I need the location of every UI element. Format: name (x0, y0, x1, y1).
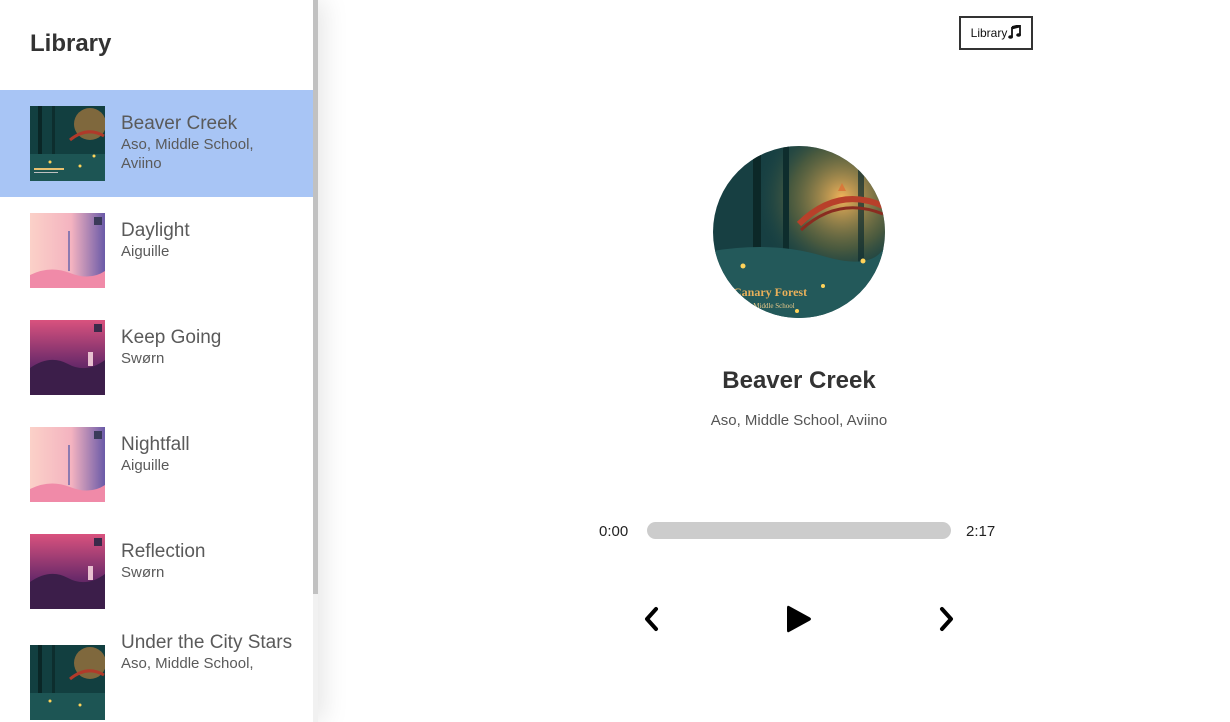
song-artist: Aiguille (121, 243, 170, 260)
now-playing-title: Beaver Creek (722, 367, 876, 394)
song-text: Reflection Swørn (121, 541, 301, 582)
song-cover (30, 320, 105, 395)
sidebar-title: Library (30, 30, 112, 57)
song-title: Under the City Stars (121, 632, 293, 653)
album-art-title: Canary Forest (733, 285, 807, 299)
total-time: 2:17 (966, 523, 996, 540)
song-artist: Aso, Middle School, (121, 655, 254, 672)
song-item-nightfall[interactable]: Nightfall Aiguille (0, 411, 313, 518)
now-playing-artist: Aso, Middle School, Aviino (710, 412, 888, 429)
library-button-label: Library (970, 26, 1008, 40)
song-item-keep-going[interactable]: Keep Going Swørn (0, 304, 313, 411)
current-time: 0:00 (599, 523, 629, 540)
song-cover (30, 106, 105, 181)
song-text: Daylight Aiguille (121, 220, 301, 261)
chevron-right-icon (940, 607, 953, 631)
play-icon (787, 605, 811, 633)
next-track-button[interactable] (932, 603, 960, 635)
song-title: Nightfall (121, 434, 190, 455)
song-title: Reflection (121, 541, 206, 562)
sidebar-scrollbar-thumb[interactable] (313, 0, 318, 594)
progress-slider[interactable] (647, 522, 951, 539)
song-list: Beaver Creek Aso, Middle School, Aviino (0, 90, 313, 722)
song-title: Beaver Creek (121, 113, 238, 134)
library-sidebar: Library Beaver Creek Aso, Middle School,… (0, 0, 318, 722)
song-text: Nightfall Aiguille (121, 434, 301, 475)
album-art: Canary Forest Aso x Middle School (713, 146, 885, 318)
song-item-under-the-city-stars[interactable]: Under the City Stars Aso, Middle School, (0, 625, 313, 722)
song-item-daylight[interactable]: Daylight Aiguille (0, 197, 313, 304)
song-item-beaver-creek[interactable]: Beaver Creek Aso, Middle School, Aviino (0, 90, 313, 197)
play-button[interactable] (783, 601, 815, 637)
song-artist: Aiguille (121, 457, 170, 474)
song-cover (30, 427, 105, 502)
song-artist: Aso, Middle School, (121, 136, 254, 153)
song-cover (30, 645, 105, 720)
song-cover (30, 534, 105, 609)
song-item-reflection[interactable]: Reflection Swørn (0, 518, 313, 625)
library-toggle-button[interactable]: Library (959, 16, 1033, 50)
song-text: Keep Going Swørn (121, 327, 301, 368)
song-artist: Swørn (121, 350, 165, 367)
music-note-icon (1008, 23, 1022, 42)
song-text: Beaver Creek Aso, Middle School, Aviino (121, 113, 301, 173)
album-art-subtitle: Aso x Middle School (735, 302, 795, 310)
song-title: Keep Going (121, 327, 222, 348)
previous-track-button[interactable] (638, 603, 666, 635)
song-title: Daylight (121, 220, 190, 241)
song-artist: Swørn (121, 564, 165, 581)
chevron-left-icon (645, 607, 658, 631)
song-cover (30, 213, 105, 288)
song-text: Under the City Stars Aso, Middle School, (121, 632, 301, 673)
song-artist: Aviino (121, 155, 162, 172)
